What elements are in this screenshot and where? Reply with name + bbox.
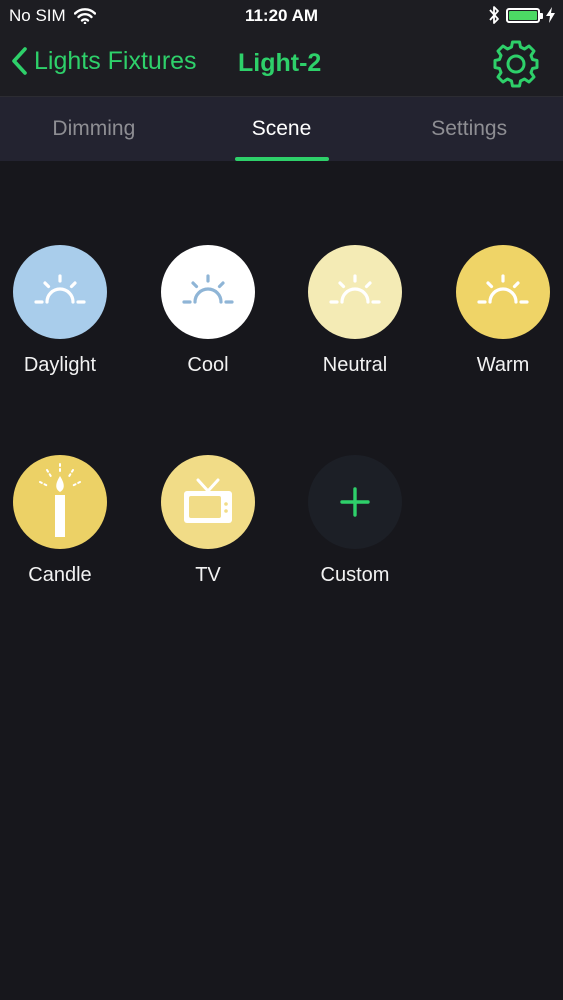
scene-custom-swatch xyxy=(308,455,402,549)
battery-icon xyxy=(506,7,543,23)
tv-icon xyxy=(184,478,232,523)
back-button[interactable]: Lights Fixtures xyxy=(10,46,197,76)
sunrise-icon xyxy=(34,274,86,304)
bluetooth-icon xyxy=(489,6,499,24)
gear-icon xyxy=(493,40,539,88)
tab-dimming[interactable]: Dimming xyxy=(0,97,188,161)
scene-daylight[interactable]: Daylight xyxy=(0,245,120,377)
plus-icon xyxy=(340,487,370,517)
page-title: Light-2 xyxy=(238,49,322,77)
scene-warm-label: Warm xyxy=(476,354,530,376)
scene-tv-label: TV xyxy=(195,564,221,586)
chevron-left-icon xyxy=(12,47,27,75)
scene-custom[interactable]: Custom xyxy=(295,455,415,587)
scene-candle-swatch xyxy=(13,455,107,549)
scene-tv[interactable]: TV xyxy=(148,455,268,587)
segment-tabs: Dimming Scene Settings xyxy=(0,97,563,161)
nav-bar: Lights Fixtures Light-2 xyxy=(0,32,563,97)
scene-neutral[interactable]: Neutral xyxy=(295,245,415,377)
status-bar: No SIM 11:20 AM xyxy=(0,0,563,32)
tab-settings[interactable]: Settings xyxy=(375,97,563,161)
scene-daylight-swatch xyxy=(13,245,107,339)
sunrise-icon xyxy=(477,274,529,304)
sunrise-icon xyxy=(182,274,234,304)
back-button-label: Lights Fixtures xyxy=(34,46,197,75)
scene-daylight-label: Daylight xyxy=(23,354,97,376)
scene-cool-label: Cool xyxy=(187,354,229,376)
scene-cool-swatch xyxy=(161,245,255,339)
scene-warm[interactable]: Warm xyxy=(443,245,563,377)
scene-candle-label: Candle xyxy=(28,564,92,586)
candle-icon xyxy=(39,463,81,537)
sunrise-icon xyxy=(329,274,381,304)
scene-custom-label: Custom xyxy=(320,564,390,586)
charging-icon xyxy=(546,7,555,23)
tab-scene[interactable]: Scene xyxy=(188,97,376,161)
scene-tv-swatch xyxy=(161,455,255,549)
scene-warm-swatch xyxy=(456,245,550,339)
scene-neutral-swatch xyxy=(308,245,402,339)
status-time: 11:20 AM xyxy=(244,6,319,25)
scene-neutral-label: Neutral xyxy=(322,354,388,376)
scene-cool[interactable]: Cool xyxy=(148,245,268,377)
scene-candle[interactable]: Candle xyxy=(0,455,120,587)
settings-gear-button[interactable] xyxy=(491,40,541,88)
